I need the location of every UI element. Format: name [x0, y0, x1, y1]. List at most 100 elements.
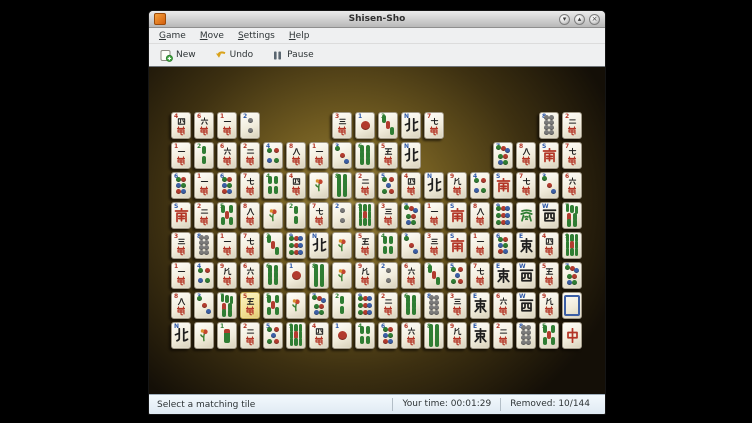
tile-p3[interactable]: 3: [538, 171, 561, 201]
tile-wW[interactable]: W: [538, 201, 561, 231]
tile-m9[interactable]: 9: [538, 291, 561, 321]
tile-s6[interactable]: 6: [400, 291, 423, 321]
tile-m4[interactable]: 4: [170, 111, 193, 141]
tile-wS[interactable]: S: [446, 231, 469, 261]
tile-s7[interactable]: 7: [216, 291, 239, 321]
close-button[interactable]: ×: [589, 14, 600, 25]
tile-p6[interactable]: 6: [377, 321, 400, 351]
tile-p2[interactable]: 2: [239, 111, 262, 141]
tile-fl[interactable]: [331, 261, 354, 291]
menu-item-game[interactable]: Game: [153, 30, 192, 42]
tile-s2[interactable]: 2: [331, 291, 354, 321]
tile-p4[interactable]: 4: [193, 261, 216, 291]
tile-p9[interactable]: 9: [354, 291, 377, 321]
tile-s9[interactable]: 9: [285, 321, 308, 351]
tile-m8[interactable]: 8: [285, 141, 308, 171]
tile-dG[interactable]: [515, 201, 538, 231]
tile-p6[interactable]: 6: [492, 231, 515, 261]
new-button[interactable]: New: [155, 46, 201, 65]
tile-fl[interactable]: [308, 171, 331, 201]
undo-button[interactable]: Undo: [209, 46, 259, 65]
tile-m7[interactable]: 7: [515, 171, 538, 201]
tile-p3[interactable]: 3: [400, 231, 423, 261]
minimize-button[interactable]: ▾: [559, 14, 570, 25]
tile-p6[interactable]: 6: [216, 171, 239, 201]
tile-s6[interactable]: 6: [262, 261, 285, 291]
tile-p8[interactable]: 8: [423, 291, 446, 321]
tile-dW[interactable]: [561, 291, 584, 321]
tile-s4[interactable]: 4: [262, 171, 285, 201]
tile-s8[interactable]: 8: [331, 171, 354, 201]
tile-m6[interactable]: 6: [400, 321, 423, 351]
tile-p9[interactable]: 9: [285, 231, 308, 261]
tile-wN[interactable]: N: [308, 231, 331, 261]
tile-fl[interactable]: [262, 201, 285, 231]
tile-m1[interactable]: 1: [193, 171, 216, 201]
tile-p7[interactable]: 7: [561, 261, 584, 291]
tile-m2[interactable]: 2: [239, 141, 262, 171]
tile-p1[interactable]: 1: [354, 111, 377, 141]
tile-m9[interactable]: 9: [216, 261, 239, 291]
tile-p3[interactable]: 3: [193, 291, 216, 321]
tile-wN[interactable]: N: [170, 321, 193, 351]
maximize-button[interactable]: ▴: [574, 14, 585, 25]
tile-p6[interactable]: 6: [170, 171, 193, 201]
tile-s3[interactable]: 3: [423, 261, 446, 291]
tile-p4[interactable]: 4: [262, 141, 285, 171]
tile-m4[interactable]: 4: [308, 321, 331, 351]
tile-m1[interactable]: 1: [423, 201, 446, 231]
menu-item-move[interactable]: Move: [194, 30, 230, 42]
tile-p7[interactable]: 7: [308, 291, 331, 321]
tile-s1[interactable]: 1: [216, 321, 239, 351]
tile-s8[interactable]: 8: [308, 261, 331, 291]
tile-p1[interactable]: 1: [331, 321, 354, 351]
tile-m6[interactable]: 6: [561, 171, 584, 201]
tile-m7[interactable]: 7: [469, 261, 492, 291]
tile-p5[interactable]: 5: [377, 171, 400, 201]
tile-m2[interactable]: 2: [492, 321, 515, 351]
tile-s4[interactable]: 4: [377, 231, 400, 261]
tile-p7[interactable]: 7: [492, 141, 515, 171]
tile-m5[interactable]: 5: [239, 291, 262, 321]
tile-m4[interactable]: 4: [538, 231, 561, 261]
tile-m9[interactable]: 9: [354, 261, 377, 291]
tile-m4[interactable]: 4: [400, 171, 423, 201]
tile-p7[interactable]: 7: [400, 201, 423, 231]
tile-p1[interactable]: 1: [285, 261, 308, 291]
tile-p2[interactable]: 2: [377, 261, 400, 291]
tile-m9[interactable]: 9: [446, 321, 469, 351]
tile-m1[interactable]: 1: [308, 141, 331, 171]
tile-m1[interactable]: 1: [170, 141, 193, 171]
tile-dR[interactable]: [561, 321, 584, 351]
tile-p8[interactable]: 8: [515, 321, 538, 351]
tile-p5[interactable]: 5: [446, 261, 469, 291]
tile-s4[interactable]: 4: [354, 321, 377, 351]
tile-m7[interactable]: 7: [239, 231, 262, 261]
tile-m6[interactable]: 6: [193, 111, 216, 141]
titlebar[interactable]: Shisen-Sho ▾ ▴ ×: [149, 11, 605, 28]
tile-wW[interactable]: W: [515, 291, 538, 321]
tile-m6[interactable]: 6: [492, 291, 515, 321]
tile-m3[interactable]: 3: [170, 231, 193, 261]
tile-s6[interactable]: 6: [354, 141, 377, 171]
tile-m9[interactable]: 9: [446, 171, 469, 201]
tile-s3[interactable]: 3: [262, 231, 285, 261]
tile-m3[interactable]: 3: [331, 111, 354, 141]
tile-m7[interactable]: 7: [561, 141, 584, 171]
tile-m7[interactable]: 7: [423, 111, 446, 141]
tile-m8[interactable]: 8: [170, 291, 193, 321]
tile-m2[interactable]: 2: [377, 291, 400, 321]
tile-s5[interactable]: 5: [216, 201, 239, 231]
tile-m1[interactable]: 1: [216, 231, 239, 261]
pause-button[interactable]: Pause: [266, 46, 318, 65]
tile-m3[interactable]: 3: [423, 231, 446, 261]
tile-m2[interactable]: 2: [354, 171, 377, 201]
tile-p9[interactable]: 9: [492, 201, 515, 231]
tile-wN[interactable]: N: [400, 111, 423, 141]
tile-s5[interactable]: 5: [262, 291, 285, 321]
tile-s2[interactable]: 2: [285, 201, 308, 231]
tile-m6[interactable]: 6: [216, 141, 239, 171]
tile-p5[interactable]: 5: [262, 321, 285, 351]
tile-m2[interactable]: 2: [561, 111, 584, 141]
tile-s8[interactable]: 8: [423, 321, 446, 351]
